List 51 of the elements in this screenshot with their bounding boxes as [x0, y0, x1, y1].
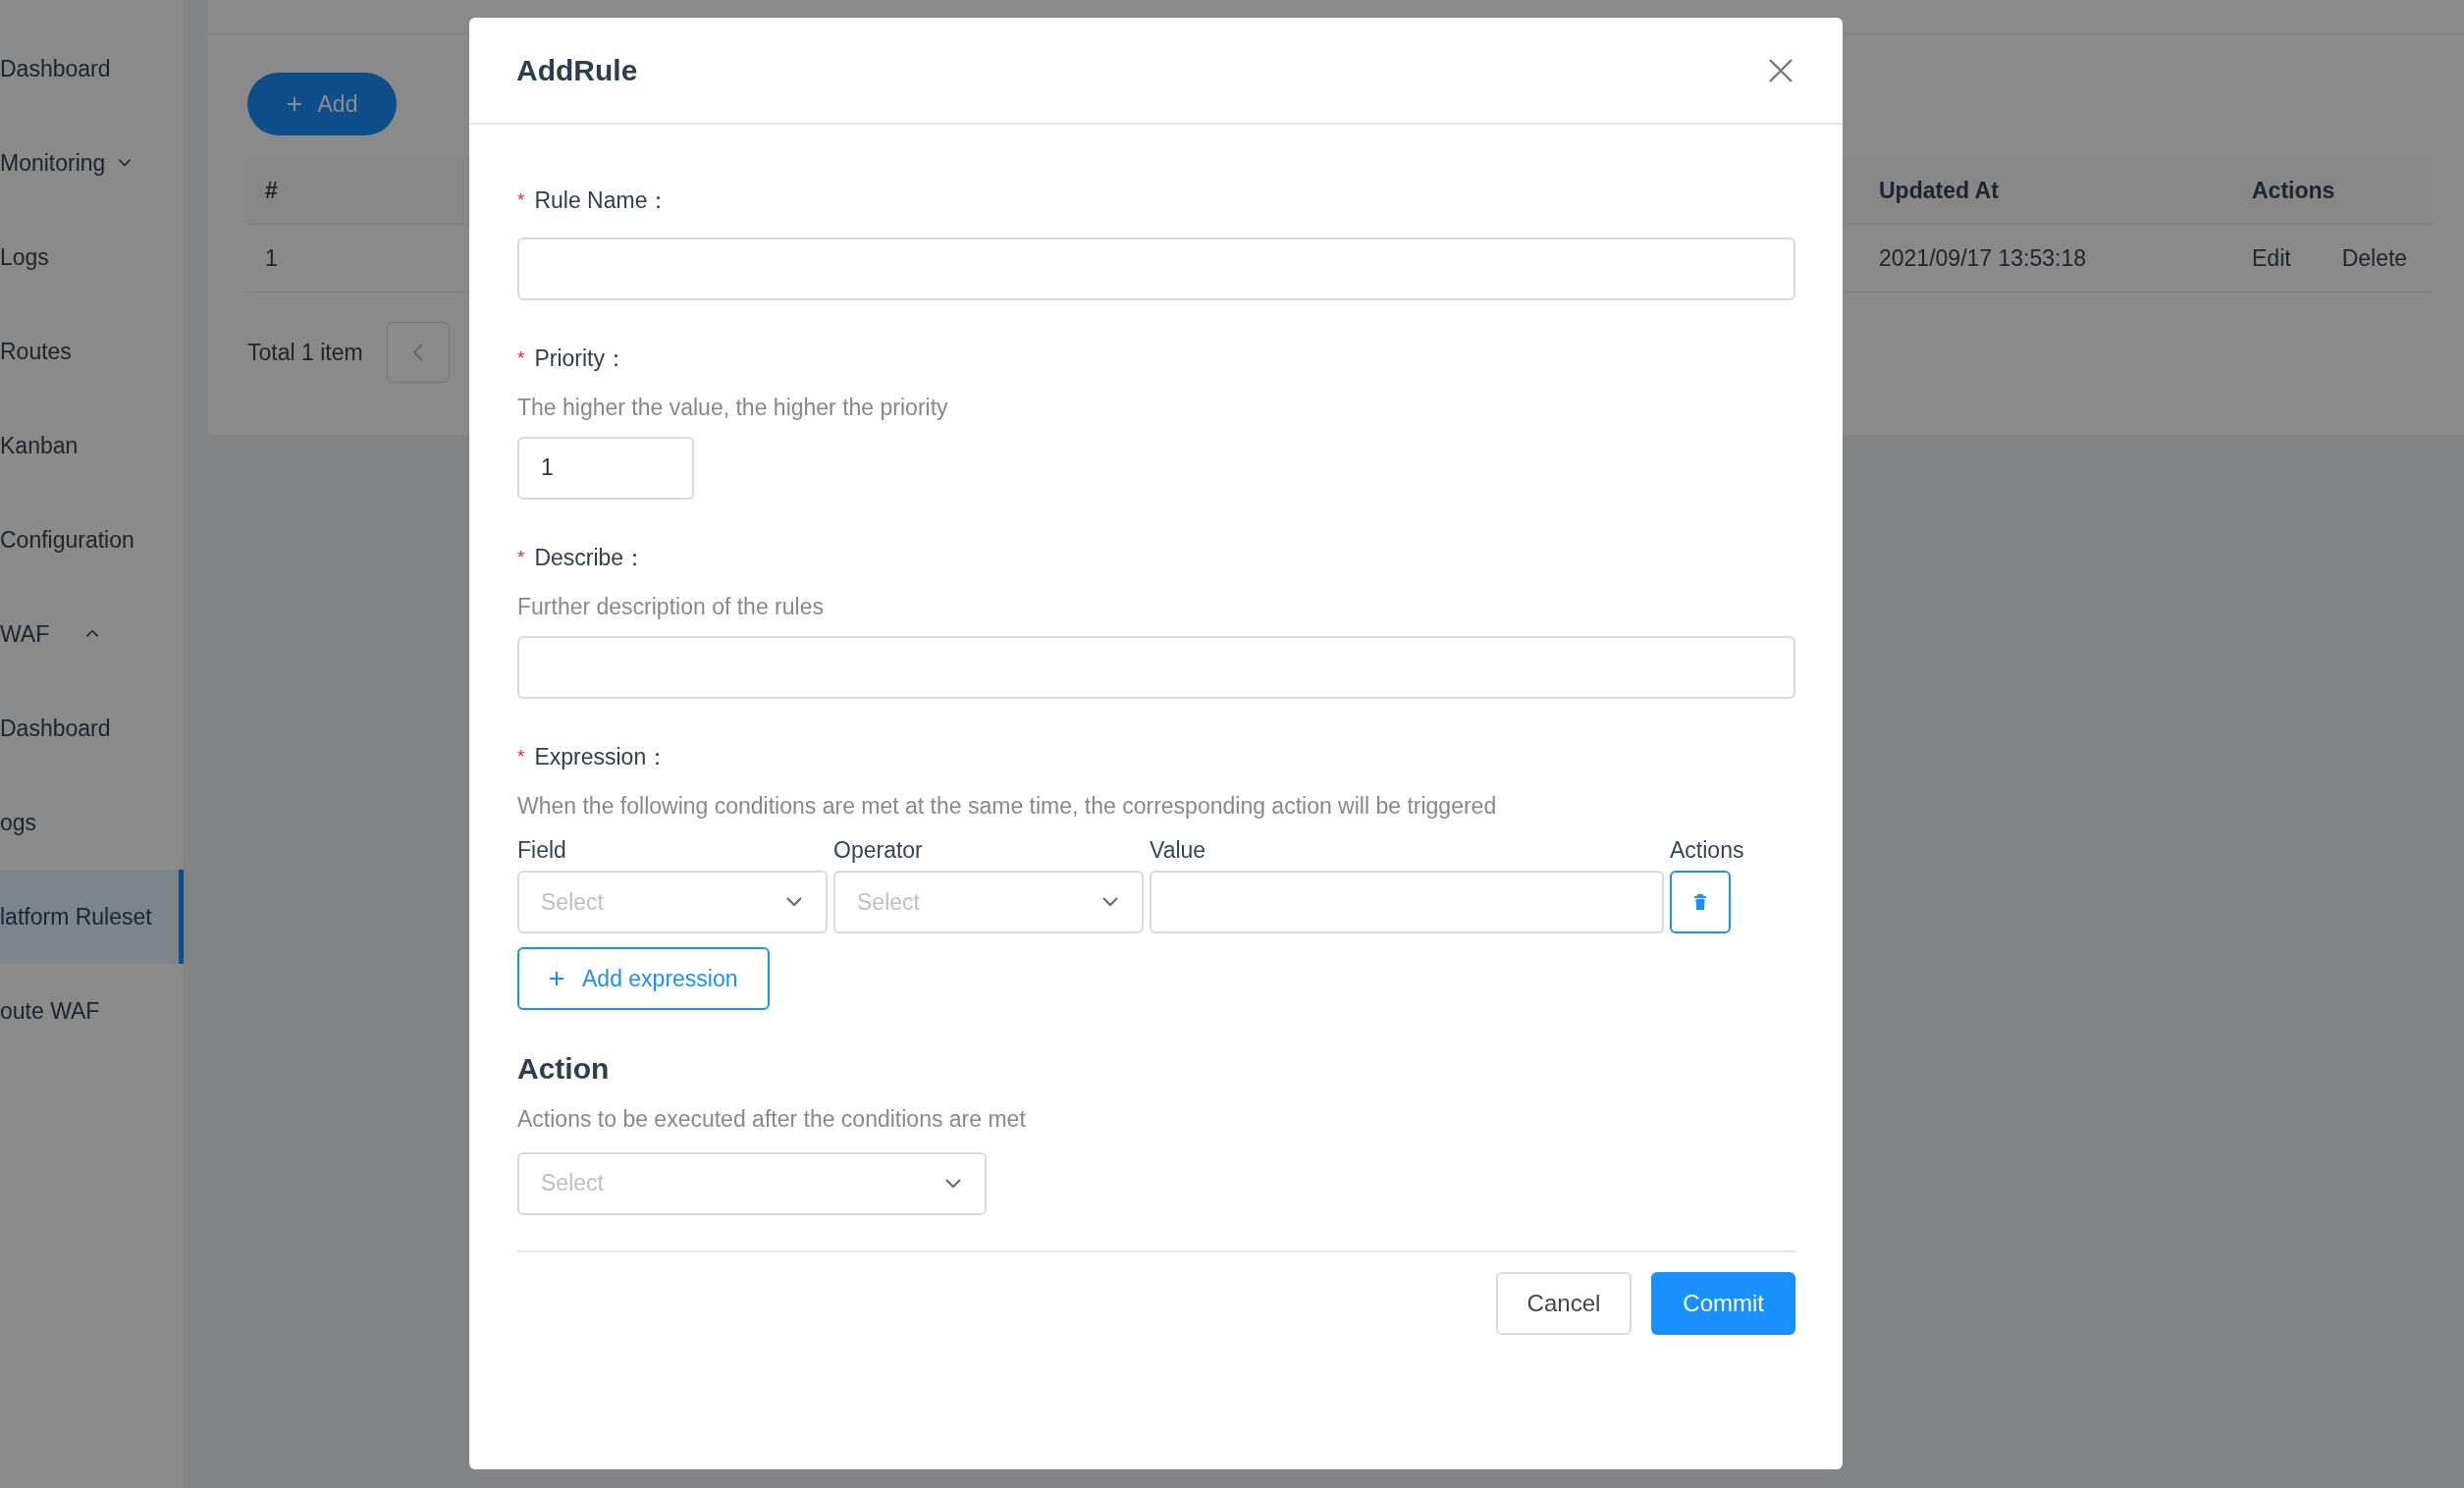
plus-icon	[286, 96, 302, 112]
commit-button[interactable]: Commit	[1651, 1271, 1795, 1335]
trash-icon	[1693, 894, 1707, 910]
sidebar-item[interactable]: Kanban	[0, 399, 184, 493]
input-field[interactable]	[517, 635, 1795, 699]
number-field[interactable]: 1	[517, 436, 694, 500]
sidebar-item[interactable]: Dashboard	[0, 681, 184, 775]
input-field[interactable]	[1150, 871, 1664, 933]
sidebar-item[interactable]: latform Ruleset	[0, 870, 184, 964]
delete-button[interactable]	[1670, 871, 1731, 933]
required-mark: *	[517, 744, 525, 769]
sidebar-item[interactable]: ogs	[0, 775, 184, 870]
required-mark: *	[517, 545, 525, 569]
sidebar-item[interactable]: oute WAF	[0, 964, 184, 1058]
field-label: Expression：	[534, 742, 670, 771]
sidebar-item[interactable]: WAF	[0, 587, 184, 681]
action-link[interactable]: Delete	[2341, 240, 2408, 276]
sidebar-item[interactable]: Logs	[0, 210, 184, 304]
sidebar-item[interactable]: Dashboard	[0, 22, 184, 116]
add-button[interactable]: Add	[247, 73, 397, 135]
column-header: Value	[1150, 835, 1207, 865]
field-label: Describe：	[534, 543, 647, 572]
column-header: #	[265, 177, 278, 203]
field-label: Rule Name：	[534, 186, 670, 215]
action-link[interactable]: Edit	[2252, 240, 2291, 276]
modal-title: AddRule	[516, 52, 638, 88]
field-hint: When the following conditions are met at the same time, the corresponding action will be triggered	[517, 792, 1498, 821]
total-count: Total 1 item	[247, 338, 363, 367]
field-hint: Further description of the rules	[517, 593, 825, 621]
section-heading: Action	[517, 1051, 611, 1087]
column-header: Actions	[1670, 835, 1745, 865]
sidebar-item[interactable]: Monitoring	[0, 116, 184, 210]
column-header: Updated At	[1879, 177, 1999, 203]
column-header: Actions	[2252, 177, 2335, 203]
table-cell: 2021/09/17 13:53:18	[1879, 244, 2087, 271]
chevron-left-icon	[411, 343, 424, 362]
required-mark: *	[517, 345, 525, 370]
field-hint: Actions to be executed after the conditions are met	[517, 1105, 1027, 1134]
column-header: Operator	[833, 835, 924, 865]
plus-icon	[549, 971, 564, 986]
sidebar-item[interactable]: Configuration	[0, 493, 184, 587]
field-hint: The higher the value, the higher the priority	[517, 394, 949, 422]
previous-page-button[interactable]	[386, 322, 450, 383]
sidebar-item[interactable]: Routes	[0, 304, 184, 399]
field-label: Priority：	[534, 344, 627, 373]
required-mark: *	[517, 188, 525, 212]
column-header: Field	[517, 835, 567, 865]
cancel-button[interactable]: Cancel	[1495, 1271, 1633, 1335]
input-field[interactable]	[517, 237, 1795, 300]
table-cell: 1	[265, 244, 278, 271]
add-expression-button[interactable]: Add expression	[517, 947, 770, 1010]
